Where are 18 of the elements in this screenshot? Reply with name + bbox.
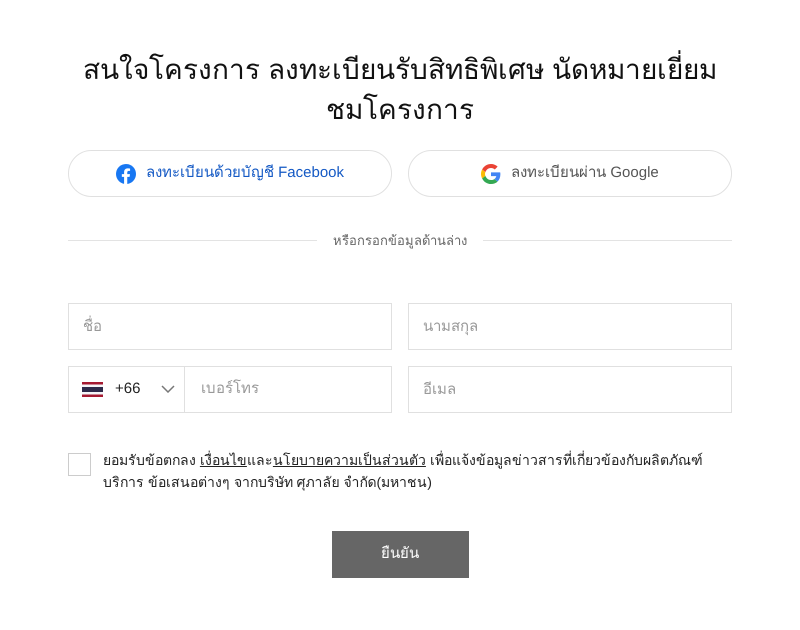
input-field[interactable]: นามสกุล [408,302,732,350]
thai-flag-icon [82,382,103,396]
divider-text: หรือกรอกข้อมูลด้านล่าง [333,232,467,250]
chevron-down-icon [161,385,175,393]
form-title: สนใจโครงการ ลงทะเบียนรับสิทธิพิเศษ นัดหมายเยี่ยมชมโครงการ [68,50,732,130]
terms-link[interactable]: เงื่อนไข [200,452,247,468]
submit-button[interactable]: ยืนยัน [332,530,468,578]
terms-link[interactable]: นโยบายความเป็นส่วนตัว [272,452,426,468]
phone-field[interactable]: เบอร์โทร [185,366,392,412]
facebook-login-button[interactable]: ลงทะเบียนด้วยบัญชี Facebook [68,150,392,197]
google-login-button[interactable]: ลงทะเบียนผ่าน Google [408,150,732,197]
consent-text: ยอมรับข้อตกลง เงื่อนไขและนโยบายความเป็นส่วนตัว เพื่อแจ้งข้อมูลข่าวสารที่เกี่ยวข้องกับผลิตภัณฑ์ บริการ ข้อเสนอต่างๆ จากบริษัท ศุภาลัย จำกัด(มหาชน) [103,450,704,492]
google-icon [481,164,502,184]
country-code-select[interactable]: +66 [68,366,185,412]
input-field[interactable]: ชื่อ [68,302,392,350]
input-field[interactable]: อีเมล [408,366,732,412]
consent-checkbox[interactable] [68,452,91,476]
facebook-icon [116,164,136,184]
